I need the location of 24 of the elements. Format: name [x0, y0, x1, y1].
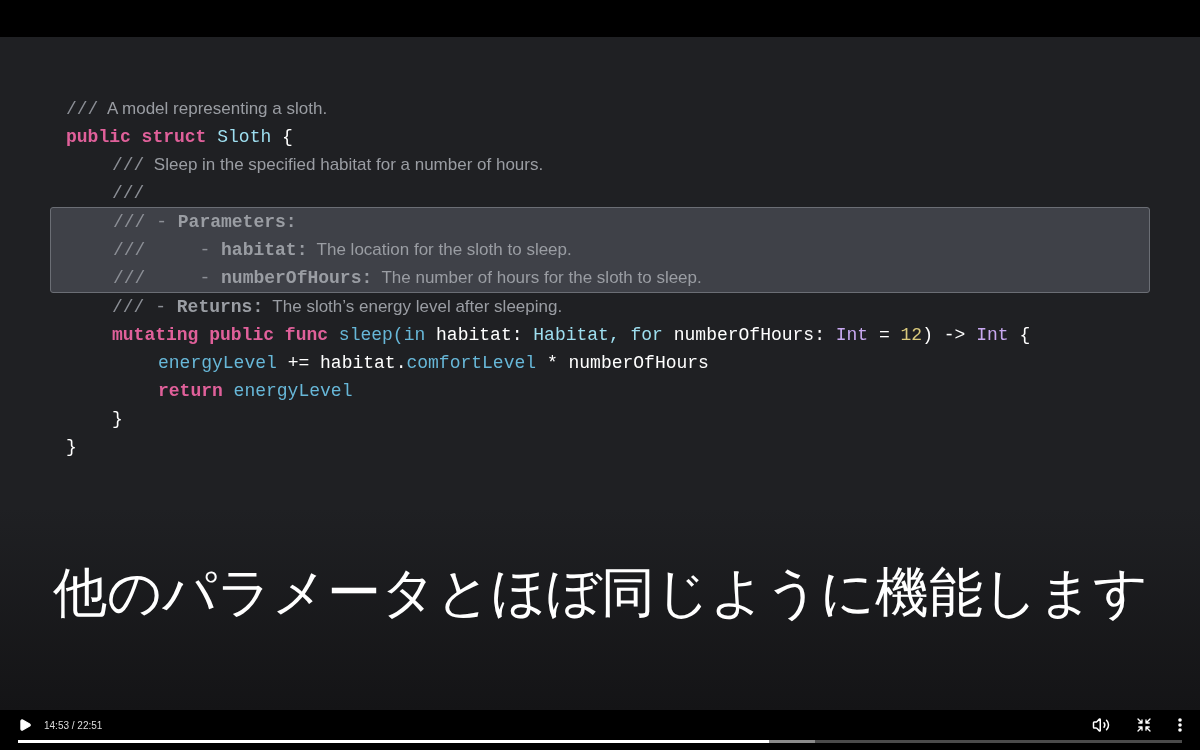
- progress-bar[interactable]: [18, 740, 1182, 743]
- more-button[interactable]: [1178, 718, 1182, 732]
- code-line: /// - Parameters:: [112, 211, 298, 234]
- code-line: public struct Sloth {: [65, 126, 294, 149]
- code-line: }: [111, 408, 124, 431]
- code-line: return energyLevel: [157, 380, 354, 403]
- time-display: 14:53 / 22:51: [44, 719, 103, 731]
- code-line: mutating public func sleep(in habitat: Habitat, for numberOfHours: Int = 12) -> Int {: [111, 324, 1032, 347]
- volume-button[interactable]: [1092, 716, 1110, 734]
- volume-icon: [1092, 716, 1110, 734]
- code-line: ///: [111, 182, 146, 205]
- exit-fullscreen-icon: [1136, 717, 1152, 733]
- code-line: /// Sleep in the specified habitat for a number of hours.: [111, 154, 545, 177]
- subtitle: 他のパラメータとほぼ同じように機能します: [51, 561, 1149, 624]
- play-button[interactable]: [18, 718, 32, 732]
- code-line: /// - habitat: The location for the sloth to sleep.: [112, 239, 573, 262]
- code-line: /// A model representing a sloth.: [65, 98, 329, 121]
- exit-fullscreen-button[interactable]: [1136, 717, 1152, 733]
- more-icon: [1178, 718, 1182, 732]
- play-icon: [18, 718, 32, 732]
- code-line: /// - numberOfHours: The number of hours for the sloth to sleep.: [112, 267, 703, 290]
- code-line: energyLevel += habitat.comfortLevel * numberOfHours: [157, 352, 710, 375]
- code-line: }: [65, 436, 78, 459]
- code-line: /// - Returns: The sloth’s energy level after sleeping.: [111, 296, 564, 319]
